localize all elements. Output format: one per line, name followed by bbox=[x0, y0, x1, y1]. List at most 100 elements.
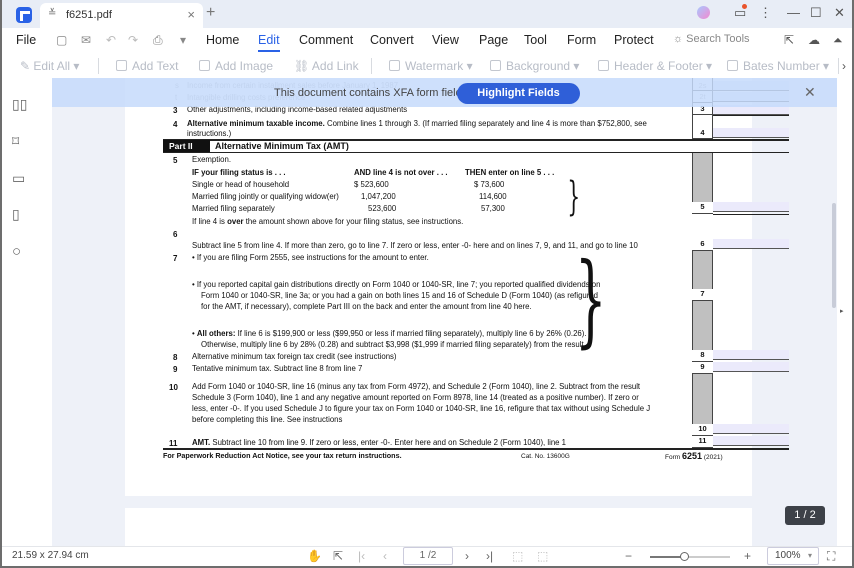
field-9[interactable] bbox=[713, 362, 789, 372]
add-image-button[interactable]: Add Image bbox=[199, 59, 273, 73]
limit: 523,600 bbox=[368, 204, 397, 213]
close-window-icon[interactable]: ✕ bbox=[834, 5, 845, 21]
menu-page[interactable]: Page bbox=[479, 33, 508, 47]
line-10-text: less, enter -0-. If you used Schedule J … bbox=[192, 404, 651, 413]
menu-tool[interactable]: Tool bbox=[524, 33, 547, 47]
shaded-box bbox=[692, 153, 713, 202]
bookmark-icon[interactable]: ⌑ bbox=[12, 133, 28, 149]
avatar[interactable] bbox=[697, 6, 710, 19]
menu-form[interactable]: Form bbox=[567, 33, 596, 47]
search-tools-button[interactable]: ☼ Search Tools bbox=[673, 33, 750, 45]
print-icon[interactable]: ⎙ bbox=[153, 33, 163, 48]
amount: 57,300 bbox=[481, 204, 505, 213]
first-page-icon[interactable]: |‹ bbox=[358, 549, 365, 563]
line-num: 8 bbox=[173, 353, 178, 362]
comment-icon[interactable]: ▭ bbox=[12, 170, 28, 186]
cloud-upload-icon[interactable]: ☁ bbox=[808, 33, 820, 47]
toolbar-more-icon[interactable]: › bbox=[842, 59, 846, 73]
zoom-out-icon[interactable]: − bbox=[625, 549, 632, 563]
rule bbox=[163, 448, 789, 450]
background-icon bbox=[490, 60, 501, 71]
fit-page-icon[interactable]: ⬚ bbox=[512, 549, 523, 563]
field-6[interactable] bbox=[713, 239, 789, 249]
undo-icon[interactable]: ↶ bbox=[106, 33, 116, 47]
line-6-text: Subtract line 5 from line 4. If more tha… bbox=[192, 241, 638, 250]
email-icon[interactable]: ✉ bbox=[81, 33, 91, 47]
zoom-slider-knob[interactable] bbox=[679, 552, 689, 561]
more-options-icon[interactable]: ⋮ bbox=[759, 5, 772, 21]
field-10[interactable] bbox=[713, 424, 789, 434]
bates-number-button[interactable]: Bates Number ▾ bbox=[727, 59, 829, 73]
attachment-icon[interactable]: ▯ bbox=[12, 206, 28, 222]
zoom-select[interactable]: 100% ▾ bbox=[767, 547, 819, 565]
menu-edit[interactable]: Edit bbox=[258, 33, 280, 52]
divider bbox=[98, 58, 99, 74]
field-5[interactable] bbox=[713, 202, 789, 212]
panel-gap bbox=[42, 78, 52, 546]
document-canvas: This document contains XFA form fields. … bbox=[52, 78, 837, 546]
next-page-icon[interactable]: › bbox=[465, 549, 469, 563]
zoom-in-icon[interactable]: + bbox=[744, 549, 751, 563]
field-8[interactable] bbox=[713, 350, 789, 360]
add-text-button[interactable]: Add Text bbox=[116, 59, 178, 73]
watermark-icon bbox=[389, 60, 400, 71]
menu-file[interactable]: File bbox=[16, 33, 36, 47]
menu-view[interactable]: View bbox=[432, 33, 459, 47]
vertical-scrollbar[interactable] bbox=[832, 203, 836, 308]
add-link-button[interactable]: ⛓ Add Link bbox=[294, 59, 359, 73]
field-11[interactable] bbox=[713, 436, 789, 446]
line-10-text: before completing this line. See instruc… bbox=[192, 415, 343, 424]
filing-status: Married filing jointly or qualifying wid… bbox=[192, 192, 339, 201]
page-number-input[interactable]: 1 /2 bbox=[403, 547, 453, 565]
menu-protect[interactable]: Protect bbox=[614, 33, 654, 47]
filing-status: Single or head of household bbox=[192, 180, 290, 189]
menu-comment[interactable]: Comment bbox=[299, 33, 353, 47]
share-icon[interactable]: ⇱ bbox=[784, 33, 794, 47]
line-5-text: Exemption. bbox=[192, 155, 232, 164]
field-4[interactable] bbox=[713, 128, 789, 138]
hand-tool-icon[interactable]: ✋ bbox=[307, 549, 322, 563]
new-tab-icon[interactable]: + bbox=[206, 4, 215, 22]
line-8-text: Alternative minimum tax foreign tax cred… bbox=[192, 352, 397, 361]
header-footer-button[interactable]: Header & Footer ▾ bbox=[598, 59, 712, 73]
search-icon[interactable]: ○ bbox=[12, 243, 28, 260]
line-num: 3 bbox=[173, 106, 178, 115]
customize-toolbar-icon[interactable]: ▾ bbox=[180, 33, 186, 47]
prev-page-icon[interactable]: ‹ bbox=[383, 549, 387, 563]
box-label: 5 bbox=[692, 202, 713, 214]
watermark-button[interactable]: Watermark ▾ bbox=[389, 59, 473, 73]
highlight-fields-button[interactable]: Highlight Fields bbox=[457, 83, 580, 104]
redo-icon[interactable]: ↷ bbox=[128, 33, 138, 47]
shaded-box bbox=[692, 374, 713, 424]
limit: 1,047,200 bbox=[361, 192, 396, 201]
paperwork-notice: For Paperwork Reduction Act Notice, see … bbox=[163, 451, 402, 460]
left-sidebar: ▯▯ ⌑ ▭ ▯ ○ ▸ bbox=[2, 78, 46, 546]
line-7-bullet-2: • If you reported capital gain distribut… bbox=[192, 280, 601, 289]
link-icon: ⛓ bbox=[294, 59, 312, 73]
edit-all-button[interactable]: ✎ Edit All ▾ bbox=[20, 59, 79, 73]
zoom-slider[interactable] bbox=[650, 552, 730, 561]
close-tab-icon[interactable]: × bbox=[187, 7, 195, 22]
text-box-icon bbox=[116, 60, 127, 71]
thumbnails-icon[interactable]: ▯▯ bbox=[12, 96, 28, 112]
line-num: 5 bbox=[173, 156, 178, 165]
close-banner-icon[interactable]: ✕ bbox=[804, 84, 816, 101]
fit-width-icon[interactable]: ⬚ bbox=[537, 549, 548, 563]
save-icon[interactable]: ▢ bbox=[56, 33, 67, 47]
fullscreen-icon[interactable]: ⛶ bbox=[827, 549, 835, 564]
divider bbox=[371, 58, 372, 74]
pen-icon: ✎ bbox=[20, 59, 34, 73]
menu-home[interactable]: Home bbox=[206, 33, 239, 47]
maximize-icon[interactable]: ☐ bbox=[810, 5, 822, 21]
status-bar: 21.59 x 27.94 cm ✋ ⇱ |‹ ‹ 1 /2 › ›| ⬚ ⬚ … bbox=[2, 546, 852, 566]
chevrons-down-icon[interactable]: ≚ bbox=[48, 8, 56, 19]
background-button[interactable]: Background ▾ bbox=[490, 59, 579, 73]
collapse-ribbon-icon[interactable]: ⏶ bbox=[833, 33, 843, 48]
brace: } bbox=[574, 241, 607, 358]
last-page-icon[interactable]: ›| bbox=[486, 549, 493, 563]
document-tab[interactable]: ≚ f6251.pdf × bbox=[40, 3, 203, 28]
menu-convert[interactable]: Convert bbox=[370, 33, 414, 47]
expand-right-panel-icon[interactable]: ▸ bbox=[840, 307, 844, 315]
minimize-icon[interactable]: — bbox=[787, 5, 800, 20]
select-tool-icon[interactable]: ⇱ bbox=[333, 549, 343, 563]
